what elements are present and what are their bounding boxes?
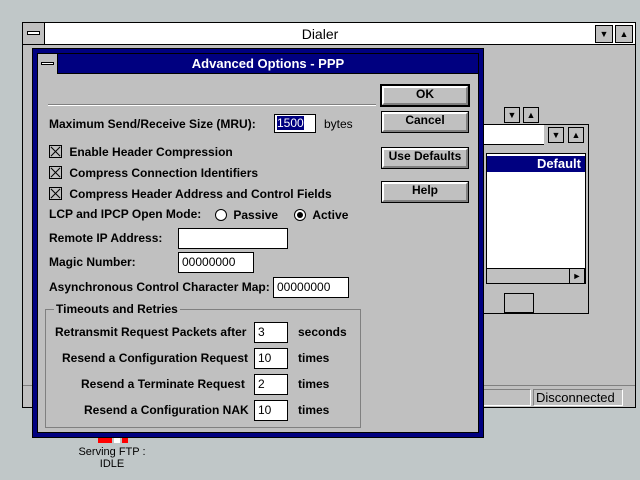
resend-config-unit: times	[298, 351, 330, 365]
open-mode-label: LCP and IPCP Open Mode:	[49, 207, 202, 221]
use-defaults-button[interactable]: Use Defaults	[381, 147, 469, 169]
radio-selected-icon	[294, 208, 306, 221]
accm-input[interactable]: 00000000	[273, 277, 349, 298]
serving-ftp-icon[interactable]	[98, 438, 130, 444]
resend-nak-unit: times	[298, 403, 330, 417]
help-button[interactable]: Help	[381, 181, 469, 203]
dialer-minimize-button[interactable]: ▼	[595, 25, 613, 43]
accm-label: Asynchronous Control Character Map:	[49, 280, 270, 294]
serving-ftp-label: Serving FTP : IDLE	[78, 446, 146, 470]
scroll-up-arrow[interactable]: ▲	[523, 107, 539, 123]
resend-terminate-input[interactable]: 2	[254, 374, 288, 395]
compress-header-address-checkbox[interactable]: Compress Header Address and Control Fiel…	[49, 186, 332, 201]
status-panel-left	[479, 389, 531, 406]
dialog-separator	[48, 104, 376, 106]
status-panel-connection: Disconnected	[533, 389, 623, 406]
ok-button[interactable]: OK	[380, 84, 470, 107]
list-dropdown-arrow[interactable]: ▼	[548, 127, 564, 143]
list-box: Default	[486, 153, 586, 269]
retransmit-label: Retransmit Request Packets after	[55, 325, 247, 339]
dialer-title: Dialer	[301, 26, 339, 42]
list-horizontal-scrollbar[interactable]: ►	[486, 268, 586, 284]
dialog-title-bar[interactable]: Advanced Options - PPP	[38, 54, 478, 74]
dialog-inner: Advanced Options - PPP Maximum Send/Rece…	[37, 53, 479, 433]
enable-header-compression-checkbox[interactable]: Enable Header Compression	[49, 144, 233, 159]
active-radio[interactable]: Active	[294, 207, 348, 222]
compress-connection-ids-checkbox[interactable]: Compress Connection Identifiers	[49, 165, 258, 180]
scroll-down-arrow[interactable]: ▼	[504, 107, 520, 123]
resend-terminate-label: Resend a Terminate Request	[81, 377, 245, 391]
inner-list-window: ▼ ▲ Default ►	[483, 124, 589, 314]
mru-input[interactable]: 1500	[274, 114, 316, 133]
remote-ip-input[interactable]	[178, 228, 288, 249]
timeouts-group-title: Timeouts and Retries	[54, 302, 180, 316]
mru-unit: bytes	[324, 117, 353, 131]
dialog-system-menu-button[interactable]	[38, 54, 58, 74]
list-item-selected[interactable]: Default	[487, 156, 585, 172]
retransmit-unit: seconds	[298, 325, 347, 339]
dialer-title-bar[interactable]: Dialer ▼ ▲	[23, 23, 635, 45]
magic-number-input[interactable]: 00000000	[178, 252, 254, 273]
cancel-button[interactable]: Cancel	[381, 111, 469, 133]
scroll-right-arrow[interactable]: ►	[569, 268, 585, 284]
resend-nak-input[interactable]: 10	[254, 400, 288, 421]
resend-config-input[interactable]: 10	[254, 348, 288, 369]
resend-nak-label: Resend a Configuration NAK	[84, 403, 249, 417]
inner-button-fragment[interactable]	[504, 293, 534, 313]
list-up-arrow[interactable]: ▲	[568, 127, 584, 143]
checkbox-checked-icon	[49, 145, 62, 159]
retransmit-input[interactable]: 3	[254, 322, 288, 343]
radio-unselected-icon	[215, 208, 227, 221]
timeouts-group: Timeouts and Retries Retransmit Request …	[45, 302, 361, 428]
checkbox-checked-icon	[49, 187, 62, 201]
passive-radio[interactable]: Passive	[215, 207, 278, 222]
dialer-maximize-button[interactable]: ▲	[615, 25, 633, 43]
checkbox-checked-icon	[49, 166, 62, 180]
magic-number-label: Magic Number:	[49, 255, 136, 269]
dialer-system-menu-button[interactable]	[23, 23, 45, 44]
remote-ip-label: Remote IP Address:	[49, 231, 163, 245]
resend-config-label: Resend a Configuration Request	[62, 351, 249, 365]
resend-terminate-unit: times	[298, 377, 330, 391]
dialog-title: Advanced Options - PPP	[191, 56, 345, 71]
advanced-options-dialog: Advanced Options - PPP Maximum Send/Rece…	[32, 48, 484, 438]
mru-label: Maximum Send/Receive Size (MRU):	[49, 117, 256, 131]
